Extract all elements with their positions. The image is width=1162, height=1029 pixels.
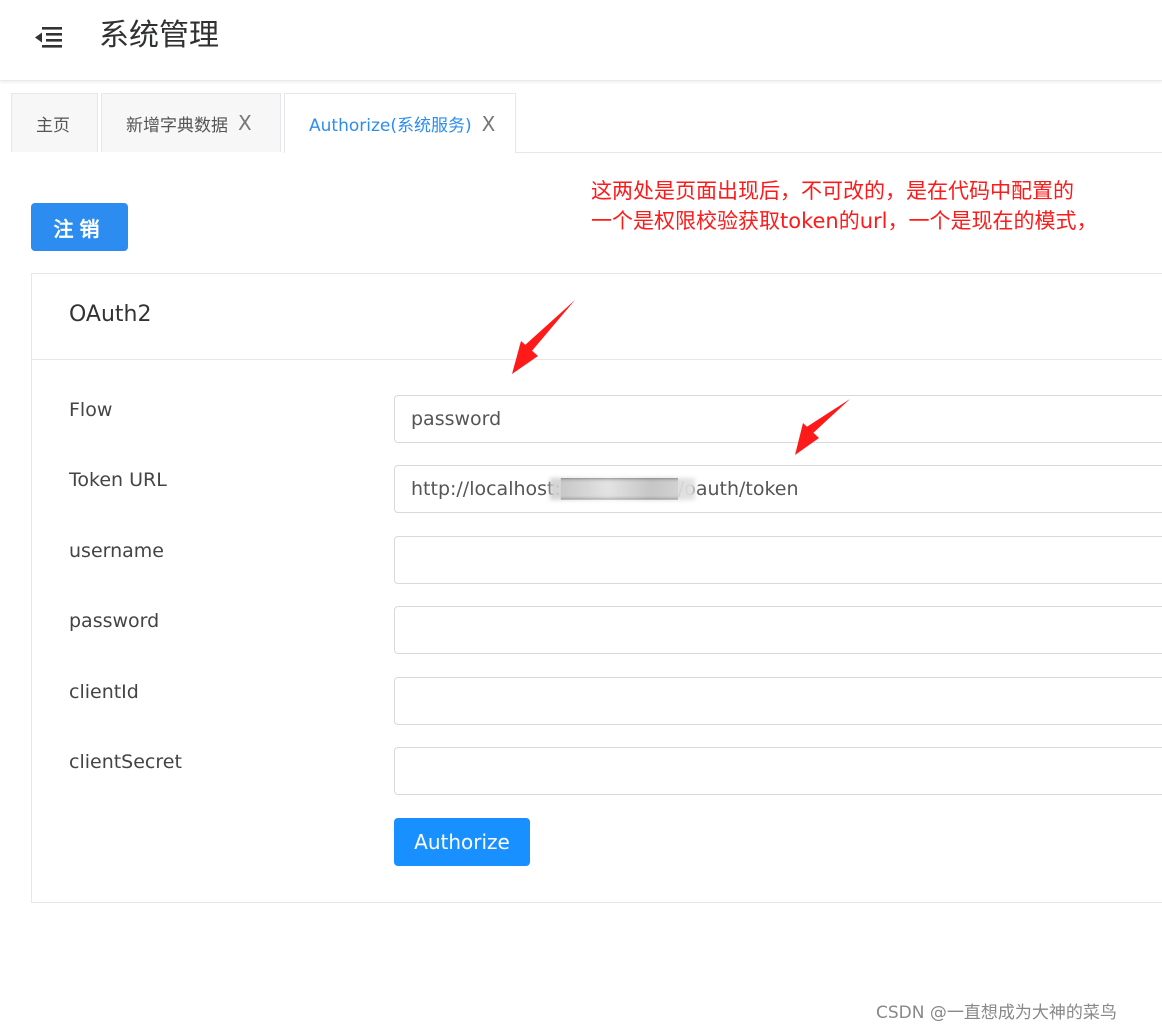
tab-authorize[interactable]: Authorize(系统服务) X (284, 93, 516, 153)
redaction-blur (550, 478, 695, 500)
tab-label: Authorize(系统服务) (309, 116, 472, 136)
top-header: 系统管理 (0, 0, 1162, 81)
card-header: OAuth2 (32, 274, 1162, 360)
flow-field[interactable] (394, 395, 1162, 443)
client-id-field[interactable] (394, 677, 1162, 725)
oauth2-card: OAuth2 (31, 273, 1162, 903)
tab-home[interactable]: 主页 (11, 93, 98, 152)
watermark: CSDN @一直想成为大神的菜鸟 (876, 1003, 1117, 1023)
authorize-button[interactable]: Authorize (394, 818, 530, 866)
close-icon[interactable]: X (482, 114, 496, 134)
client-id-label: clientId (69, 681, 139, 703)
password-field[interactable] (394, 606, 1162, 654)
password-label: password (69, 610, 160, 632)
close-icon[interactable]: X (238, 113, 252, 133)
tab-bar-divider (516, 152, 1162, 153)
tab-label: 主页 (36, 115, 70, 136)
annotation-line: 一个是权限校验获取token的url，一个是现在的模式， (591, 209, 1098, 233)
page-title: 系统管理 (99, 18, 219, 53)
client-secret-field[interactable] (394, 747, 1162, 795)
annotation-line: 这两处是页面出现后，不可改的，是在代码中配置的 (591, 179, 1074, 203)
tab-new-dict-data[interactable]: 新增字典数据 X (101, 93, 281, 152)
client-secret-label: clientSecret (69, 751, 182, 773)
username-field[interactable] (394, 536, 1162, 584)
token-url-field[interactable] (394, 465, 1162, 513)
tab-label: 新增字典数据 (126, 115, 228, 136)
annotation-note: 这两处是页面出现后，不可改的，是在代码中配置的 一个是权限校验获取token的u… (591, 176, 1098, 236)
menu-collapse-icon[interactable] (33, 25, 63, 51)
token-url-label: Token URL (69, 469, 167, 491)
logout-button[interactable]: 注销 (31, 203, 128, 251)
flow-label: Flow (69, 399, 113, 421)
username-label: username (69, 540, 164, 562)
card-title: OAuth2 (69, 302, 152, 327)
